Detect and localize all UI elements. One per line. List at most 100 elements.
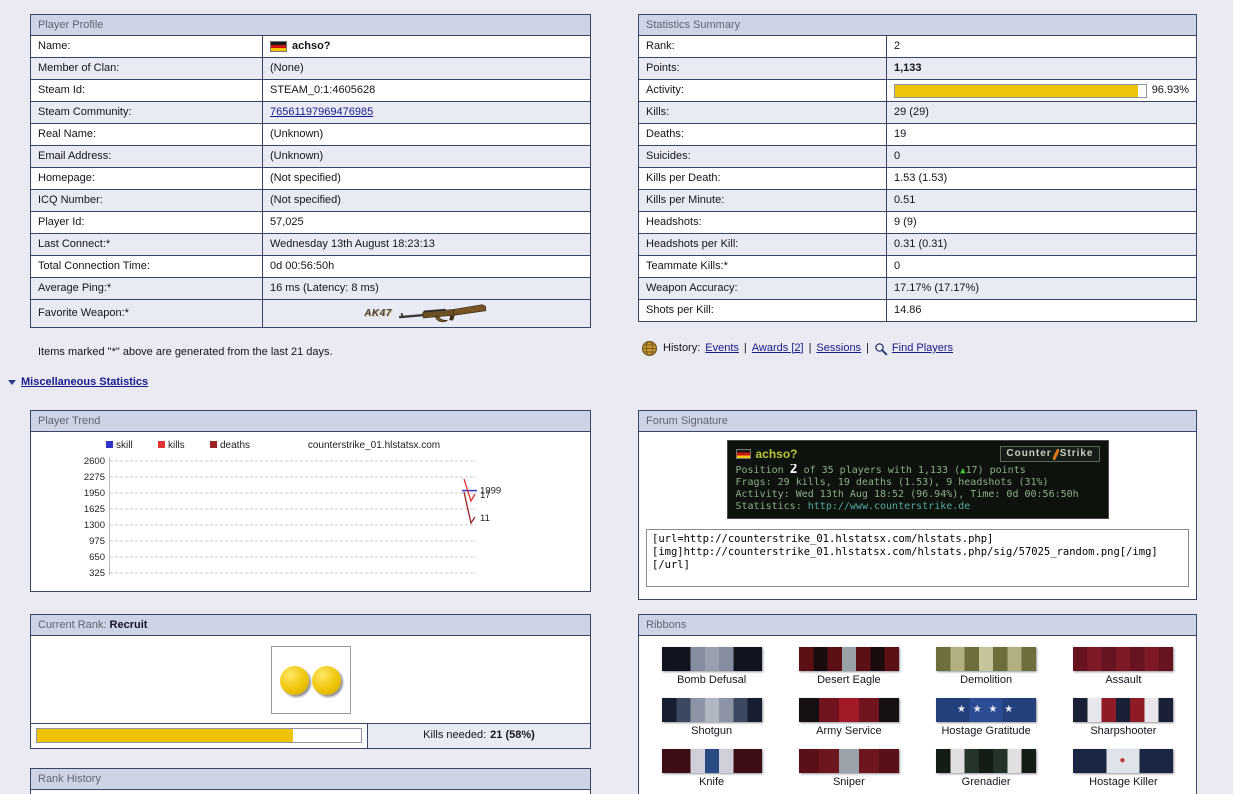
field-value-text: 17.17% (17.17%) [894, 282, 979, 295]
separator: | [809, 342, 812, 355]
history-link-sessions[interactable]: Sessions [816, 342, 861, 355]
field-value-text: 0d 00:56:50h [270, 260, 334, 273]
stat-row: Kills:29 (29) [639, 102, 1196, 124]
profile-row: Email Address:(Unknown) [31, 146, 590, 168]
svg-text:2275: 2275 [84, 472, 105, 483]
ribbon-image-shotgun [662, 698, 762, 722]
ribbon-item: Bomb Defusal [643, 647, 780, 687]
field-value: 0.51 [887, 190, 1196, 211]
svg-text:11: 11 [480, 513, 490, 524]
field-value: 1,133 [887, 58, 1196, 79]
ribbon-image-assault [1073, 647, 1173, 671]
rank-progressbar [36, 728, 362, 743]
history-bar: History: Events|Awards [2]|Sessions|Find… [641, 340, 953, 357]
ribbons-grid: Bomb DefusalDesert EagleDemolitionAssaul… [639, 636, 1196, 794]
separator: | [866, 342, 869, 355]
stat-row: Rank:2 [639, 36, 1196, 58]
kills-needed-value: 21 (58%) [490, 729, 535, 742]
ribbon-overlay: ● [1073, 749, 1173, 773]
profile-row: Name: achso? [31, 36, 590, 58]
rank-progress-cell [31, 724, 368, 748]
svg-text:deaths: deaths [220, 440, 250, 451]
steam-community-link[interactable]: 76561197969476985 [270, 106, 373, 119]
field-value-text: 2 [894, 40, 900, 53]
ribbon-image-knife [662, 749, 762, 773]
history-link-events[interactable]: Events [705, 342, 739, 355]
svg-text:1300: 1300 [84, 520, 105, 531]
signature-bbcode-box[interactable]: [url=http://counterstrike_01.hlstatsx.co… [646, 529, 1189, 587]
player-profile-table: Name:achso?Member of Clan:(None)Steam Id… [31, 36, 590, 327]
stat-row: Headshots:9 (9) [639, 212, 1196, 234]
field-value-text: (Unknown) [270, 128, 323, 141]
misc-statistics-link[interactable]: Miscellaneous Statistics [21, 376, 148, 389]
page: Player Profile Name:achso?Member of Clan… [0, 0, 1233, 794]
ribbon-item: ●Hostage Killer [1055, 749, 1192, 789]
player-name: achso? [292, 40, 331, 53]
forum-signature-panel: Forum Signature achso? CounterStrike Pos… [638, 410, 1197, 600]
player-trend-chart: skillkillsdeathscounterstrike_01.hlstats… [31, 432, 590, 591]
field-label: Name: [31, 36, 263, 57]
sig-player-name: achso? [756, 448, 798, 460]
rank-history-panel: Rank History [30, 768, 591, 794]
field-label: Total Connection Time: [31, 256, 263, 277]
field-label: Activity: [639, 80, 887, 101]
field-value-text: 14.86 [894, 304, 922, 317]
field-label: Headshots: [639, 212, 887, 233]
history-links: Events|Awards [2]|Sessions|Find Players [705, 342, 953, 356]
field-value-text: 0.31 (0.31) [894, 238, 947, 251]
ribbons-header: Ribbons [639, 615, 1196, 636]
ribbon-label: Knife [699, 776, 724, 789]
field-label: Weapon Accuracy: [639, 278, 887, 299]
statistics-summary-panel: Statistics Summary Rank:2Points:1,133Act… [638, 14, 1197, 322]
profile-row: Member of Clan: (None) [31, 58, 590, 80]
logo-text-right: Strike [1060, 448, 1094, 460]
field-label: Kills per Minute: [639, 190, 887, 211]
footnote: Items marked "*" above are generated fro… [38, 346, 333, 359]
ribbon-overlay: ★ ★ ★ ★ [936, 698, 1036, 722]
ribbon-item: Sniper [780, 749, 917, 789]
ribbons-panel: Ribbons Bomb DefusalDesert EagleDemoliti… [638, 614, 1197, 794]
field-label: Member of Clan: [31, 58, 263, 79]
stat-row: Shots per Kill:14.86 [639, 300, 1196, 321]
magnifier-icon [874, 342, 888, 356]
sig-stats-label: Statistics: [736, 501, 802, 512]
field-value-text: (None) [270, 62, 304, 75]
profile-row: Last Connect:* Wednesday 13th August 18:2… [31, 234, 590, 256]
svg-text:2600: 2600 [84, 456, 105, 467]
stat-row: Activity: 96.93% [639, 80, 1196, 102]
svg-text:650: 650 [89, 552, 105, 563]
activity-percent: 96.93% [1152, 84, 1189, 97]
activity-progressbar-fill [895, 85, 1138, 97]
ribbon-item: Assault [1055, 647, 1192, 687]
rank-progress-row: Kills needed: 21 (58%) [31, 723, 590, 748]
sig-position-suffix: ) points [978, 465, 1026, 476]
ribbon-item: Grenadier [918, 749, 1055, 789]
field-value-text: STEAM_0:1:4605628 [270, 84, 375, 97]
history-link-find-players[interactable]: Find Players [892, 342, 953, 355]
field-value-text: (Not specified) [270, 172, 341, 185]
germany-flag-icon [736, 449, 751, 459]
field-label: Steam Community: [31, 102, 263, 123]
player-trend-panel: Player Trend skillkillsdeathscounterstri… [30, 410, 591, 592]
profile-row: Favorite Weapon:*AK47 [31, 300, 590, 327]
statistics-summary-header: Statistics Summary [639, 15, 1196, 36]
ribbon-image-army-service [799, 698, 899, 722]
logo-text-left: Counter [1006, 448, 1051, 460]
field-value-text: 0 [894, 260, 900, 273]
ribbon-item: Knife [643, 749, 780, 789]
stat-row: Suicides:0 [639, 146, 1196, 168]
sig-position-value: 2 [790, 464, 798, 477]
field-label: Last Connect:* [31, 234, 263, 255]
field-value: (Unknown) [263, 146, 590, 167]
stat-row: Kills per Minute:0.51 [639, 190, 1196, 212]
history-link-awards-2[interactable]: Awards [2] [752, 342, 804, 355]
field-value: 0.31 (0.31) [887, 234, 1196, 255]
ribbon-image-demolition [936, 647, 1036, 671]
field-value-text: Wednesday 13th August 18:23:13 [270, 238, 435, 251]
player-trend-chart-svg: skillkillsdeathscounterstrike_01.hlstats… [34, 435, 534, 587]
misc-statistics-toggle[interactable]: Miscellaneous Statistics [8, 376, 148, 389]
field-label: Player Id: [31, 212, 263, 233]
profile-row: Average Ping:*16 ms (Latency: 8 ms) [31, 278, 590, 300]
ribbon-image-hostage-gratitude: ★ ★ ★ ★ [936, 698, 1036, 722]
stat-row: Kills per Death:1.53 (1.53) [639, 168, 1196, 190]
